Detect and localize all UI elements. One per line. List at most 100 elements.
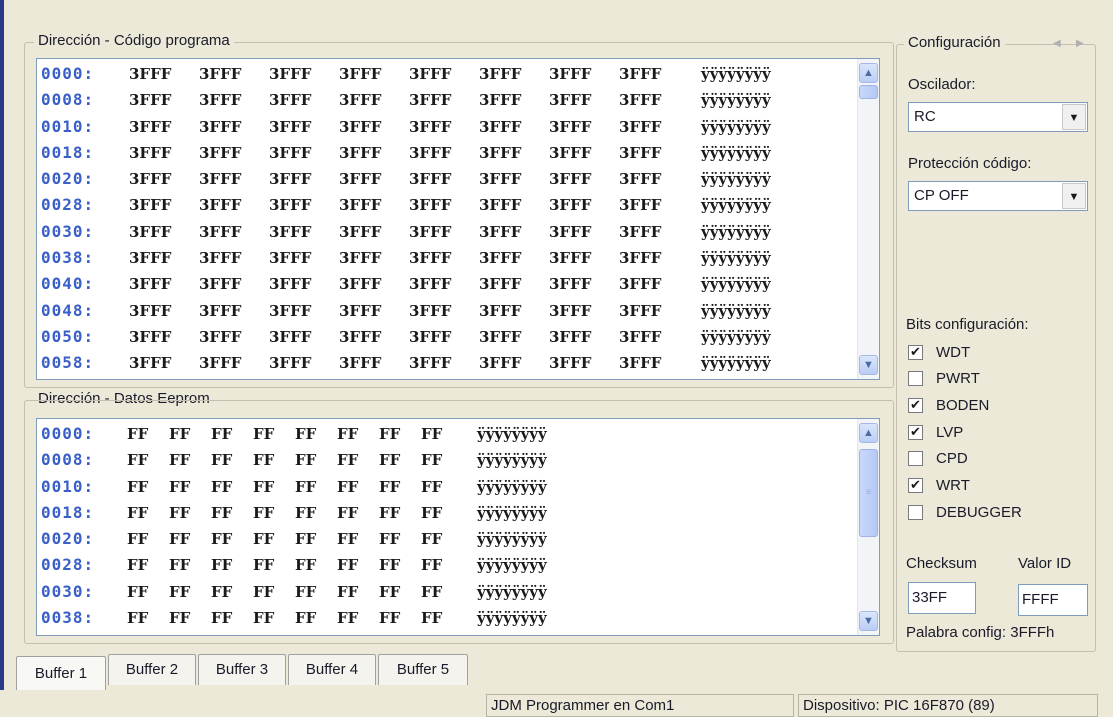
config-bit-cpd[interactable]: CPD [908, 446, 968, 472]
dropdown-arrow-icon[interactable]: ▼ [1062, 104, 1086, 130]
eeprom-byte-cell: FF [379, 530, 401, 549]
program-code-list[interactable]: 0000: 3FFF 3FFF 3FFF 3FFF 3FFF 3FFF 3FFF 3FFF ÿÿÿ… [36, 58, 880, 380]
address-label: 0008: [41, 90, 95, 110]
program-word-cell: 3FFF [549, 354, 592, 373]
config-bit-label: DEBUGGER [936, 503, 1022, 521]
ascii-cell: ÿÿÿÿÿÿÿÿ [701, 117, 771, 136]
ascii-cell: ÿÿÿÿÿÿÿÿ [701, 91, 771, 110]
eeprom-byte-cell: FF [379, 556, 401, 575]
program-word-cell: 3FFF [479, 249, 522, 268]
tab-buffer-2[interactable]: Buffer 2 [108, 654, 196, 685]
eeprom-byte-cell: FF [379, 503, 401, 522]
ascii-cell: ÿÿÿÿÿÿÿÿ [701, 65, 771, 83]
checksum-field[interactable]: 33FF [908, 582, 976, 614]
program-word-cell: 3FFF [549, 91, 592, 110]
config-bit-wrt[interactable]: ✔ WRT [908, 473, 970, 499]
program-word-cell: 3FFF [129, 117, 172, 136]
config-bit-lvp[interactable]: ✔ LVP [908, 419, 963, 445]
program-word-cell: 3FFF [479, 354, 522, 373]
eeprom-byte-cell: FF [127, 609, 149, 628]
chevron-down-icon[interactable]: ▼ [859, 355, 878, 375]
program-scroll-thumb[interactable] [859, 85, 878, 99]
program-code-row: 0050: 3FFF 3FFF 3FFF 3FFF 3FFF 3FFF 3FFF 3FFF ÿÿÿ… [41, 324, 841, 350]
chevron-up-icon[interactable]: ▲ [859, 63, 878, 83]
program-word-cell: 3FFF [619, 117, 662, 136]
program-code-row: 0000: 3FFF 3FFF 3FFF 3FFF 3FFF 3FFF 3FFF 3FFF ÿÿÿ… [41, 61, 841, 87]
program-word-cell: 3FFF [549, 196, 592, 215]
eeprom-scroll-thumb[interactable]: ≡ [859, 449, 878, 537]
tab-buffer-3[interactable]: Buffer 3 [198, 654, 286, 685]
eeprom-row: 0030: FF FF FF FF FF FF FF FF ÿÿÿÿÿÿÿÿ [41, 579, 841, 605]
program-word-cell: 3FFF [199, 222, 242, 241]
protection-select[interactable]: CP OFF ▼ [908, 181, 1088, 211]
config-bit-label: CPD [936, 450, 968, 468]
eeprom-byte-cell: FF [337, 582, 359, 601]
checkmark-icon[interactable]: ✔ [908, 344, 923, 360]
program-word-cell: 3FFF [339, 143, 382, 162]
eeprom-byte-cell: FF [253, 451, 275, 470]
program-word-cell: 3FFF [409, 275, 452, 294]
program-word-cell: 3FFF [269, 275, 312, 294]
program-word-cell: 3FFF [339, 301, 382, 320]
program-word-cell: 3FFF [619, 249, 662, 268]
id-value-field[interactable]: FFFF [1018, 584, 1088, 616]
checkbox[interactable] [908, 451, 923, 467]
checkmark-icon[interactable]: ✔ [908, 397, 923, 413]
eeprom-byte-cell: FF [211, 609, 233, 628]
eeprom-row: 0008: FF FF FF FF FF FF FF FF ÿÿÿÿÿÿÿÿ [41, 447, 841, 473]
ascii-cell: ÿÿÿÿÿÿÿÿ [701, 301, 771, 320]
id-value-label: Valor ID [1018, 555, 1072, 572]
triangle-left-icon[interactable]: ◀ [1053, 38, 1061, 49]
chevron-up-icon[interactable]: ▲ [859, 423, 878, 443]
program-word-cell: 3FFF [339, 196, 382, 215]
program-word-cell: 3FFF [479, 170, 522, 189]
tab-buffer-1[interactable]: Buffer 1 [16, 656, 106, 690]
tab-buffer-5[interactable]: Buffer 5 [378, 654, 468, 685]
checkbox[interactable] [908, 504, 923, 520]
config-bit-wdt[interactable]: ✔ WDT [908, 339, 970, 365]
chevron-down-icon[interactable]: ▼ [859, 611, 878, 631]
config-bit-pwrt[interactable]: PWRT [908, 366, 980, 392]
address-label: 0038: [41, 608, 95, 628]
triangle-right-icon[interactable]: ▶ [1076, 38, 1084, 49]
program-word-cell: 3FFF [619, 275, 662, 294]
program-code-scrollbar[interactable]: ▲ ▼ [857, 59, 879, 379]
config-bit-label: WDT [936, 343, 971, 361]
program-word-cell: 3FFF [269, 249, 312, 268]
eeprom-byte-cell: FF [421, 582, 443, 601]
ascii-cell: ÿÿÿÿÿÿÿÿ [701, 275, 771, 294]
status-bar: JDM Programmer en Com1 Dispositivo: PIC … [0, 690, 1113, 717]
program-code-row: 0038: 3FFF 3FFF 3FFF 3FFF 3FFF 3FFF 3FFF 3FFF ÿÿÿ… [41, 245, 841, 271]
address-label: 0050: [41, 326, 95, 346]
program-word-cell: 3FFF [199, 275, 242, 294]
program-word-cell: 3FFF [409, 196, 452, 215]
checkmark-icon[interactable]: ✔ [908, 424, 923, 440]
config-bit-boden[interactable]: ✔ BODEN [908, 392, 989, 418]
program-word-cell: 3FFF [129, 222, 172, 241]
program-word-cell: 3FFF [339, 275, 382, 294]
program-code-rows: 0000: 3FFF 3FFF 3FFF 3FFF 3FFF 3FFF 3FFF 3FFF ÿÿÿ… [41, 61, 841, 377]
eeprom-list[interactable]: 0000: FF FF FF FF FF FF FF FF ÿÿÿÿÿÿÿÿ 0008: FF FF FF… [36, 418, 880, 636]
tab-buffer-4[interactable]: Buffer 4 [288, 654, 376, 685]
program-word-cell: 3FFF [339, 354, 382, 373]
protection-label: Protección código: [908, 155, 1032, 172]
checkbox[interactable] [908, 371, 923, 387]
eeprom-scrollbar[interactable]: ▲ ≡ ▼ [857, 419, 879, 635]
checkmark-icon[interactable]: ✔ [908, 478, 923, 493]
program-word-cell: 3FFF [409, 222, 452, 241]
oscillator-select[interactable]: RC ▼ [908, 102, 1088, 132]
program-word-cell: 3FFF [479, 275, 522, 294]
program-word-cell: 3FFF [619, 222, 662, 241]
program-word-cell: 3FFF [479, 91, 522, 110]
eeprom-byte-cell: FF [295, 451, 317, 470]
config-bit-debugger[interactable]: DEBUGGER [908, 499, 1022, 525]
ascii-cell: ÿÿÿÿÿÿÿÿ [701, 170, 771, 189]
dropdown-arrow-icon[interactable]: ▼ [1062, 183, 1086, 209]
program-code-row: 0018: 3FFF 3FFF 3FFF 3FFF 3FFF 3FFF 3FFF 3FFF ÿÿÿ… [41, 140, 841, 166]
address-label: 0058: [41, 353, 95, 373]
eeprom-byte-cell: FF [421, 503, 443, 522]
oscillator-label: Oscilador: [908, 76, 976, 93]
ascii-cell: ÿÿÿÿÿÿÿÿ [701, 249, 771, 268]
program-word-cell: 3FFF [549, 249, 592, 268]
eeprom-byte-cell: FF [379, 609, 401, 628]
